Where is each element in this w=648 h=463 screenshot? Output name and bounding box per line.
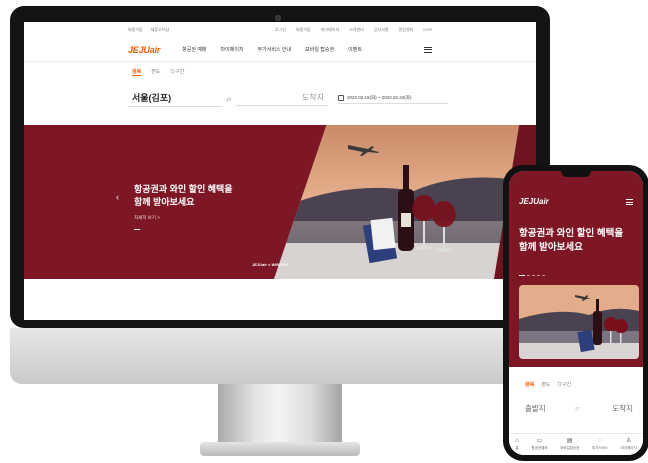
hamburger-menu-icon[interactable] bbox=[424, 46, 432, 53]
mobile-screen: JEJUair 항공권과 와인 할인 혜택을 함께 받아보세요 왕복 편도 다구… bbox=[509, 171, 643, 455]
mobile-slide-indicator[interactable] bbox=[519, 275, 545, 277]
main-menu: 항공권 예매 마이페이지 부가서비스 안내 모바일 탑승권 이벤트 bbox=[182, 46, 362, 53]
monitor-chin bbox=[10, 328, 550, 384]
mobile-swap-route-icon[interactable]: ⇄ bbox=[575, 406, 579, 412]
tabbar-item-home[interactable]: ⌂ 홈 bbox=[515, 438, 519, 451]
partner-brand-logo: JEJUair × WINE25+ bbox=[252, 262, 289, 267]
mypage-link[interactable]: 마이페이지 bbox=[321, 27, 339, 33]
hero-title: 항공권과 와인 할인 혜택을 함께 받아보세요 bbox=[134, 183, 264, 209]
mobile-tab-one-way[interactable]: 편도 bbox=[541, 381, 550, 388]
trip-type-tabs: 왕복 편도 다구간 bbox=[128, 68, 448, 76]
tabbar-item-boarding-pass[interactable]: ▤ 모바일탑승권 bbox=[560, 438, 579, 451]
mobile-tab-round-trip[interactable]: 왕복 bbox=[525, 381, 534, 388]
tabbar-label: 마이페이지 bbox=[620, 446, 637, 450]
hero-title-line: 함께 받아보세요 bbox=[134, 197, 195, 207]
slide-indicator[interactable] bbox=[134, 229, 140, 230]
desktop-monitor: 회원가입 제휴오브샵 로그인 회원가입 마이페이지 고객센터 공지사항 알림센터… bbox=[10, 6, 550, 458]
global-nav: JEJUair 항공권 예매 마이페이지 부가서비스 안내 모바일 탑승권 이벤… bbox=[24, 38, 536, 62]
nav-item-mypage[interactable]: 마이페이지 bbox=[221, 46, 244, 53]
utility-link[interactable]: 제휴오브샵 bbox=[151, 27, 169, 33]
tabbar-item-booking[interactable]: ▭ 항공권예매 bbox=[531, 438, 547, 451]
mobile-brand-logo[interactable]: JEJUair bbox=[519, 197, 549, 206]
booking-widget: 왕복 편도 다구간 서울(김포) ⇄ 도착지 2022.02.15(화) ~ 2… bbox=[128, 68, 448, 116]
boarding-pass-icon: ▤ bbox=[566, 438, 573, 444]
login-link[interactable]: 로그인 bbox=[275, 27, 286, 33]
mobile-phone: JEJUair 항공권과 와인 할인 혜택을 함께 받아보세요 왕복 편도 다구… bbox=[503, 165, 648, 461]
tabbar-label: 부가서비스 bbox=[591, 446, 609, 450]
hero-title-line: 항공권과 와인 할인 혜택을 bbox=[134, 184, 233, 194]
monitor-bezel: 회원가입 제휴오브샵 로그인 회원가입 마이페이지 고객센터 공지사항 알림센터… bbox=[10, 6, 550, 328]
camera-icon bbox=[275, 15, 281, 21]
mobile-menu-icon[interactable] bbox=[626, 199, 633, 205]
nav-item-events[interactable]: 이벤트 bbox=[348, 46, 362, 53]
chevron-left-icon[interactable]: ‹ bbox=[116, 192, 119, 202]
departure-field[interactable]: 서울(김포) bbox=[128, 91, 222, 107]
mobile-arrival-field[interactable]: 도착지 bbox=[612, 403, 633, 414]
mobile-hero: JEJUair 항공권과 와인 할인 혜택을 함께 받아보세요 bbox=[509, 171, 643, 367]
mobile-bottom-tabbar: ⌂ 홈 ▭ 항공권예매 ▤ 모바일탑승권 ◌ 부가서비스 ♙ 마이페이지 bbox=[509, 433, 643, 455]
ticket-icon: ▭ bbox=[536, 438, 543, 444]
mobile-hero-title-line: 함께 받아보세요 bbox=[519, 242, 583, 253]
tab-one-way[interactable]: 편도 bbox=[151, 68, 160, 76]
mobile-hero-title: 항공권과 와인 할인 혜택을 함께 받아보세요 bbox=[519, 227, 639, 255]
tab-multi-city[interactable]: 다구간 bbox=[170, 68, 184, 76]
nav-item-services[interactable]: 부가서비스 안내 bbox=[258, 46, 292, 53]
hero-more-link[interactable]: 자세히 보기 > bbox=[134, 215, 160, 221]
nav-item-boarding-pass[interactable]: 모바일 탑승권 bbox=[305, 46, 334, 53]
monitor-foot bbox=[200, 442, 360, 456]
mobile-departure-field[interactable]: 출발지 bbox=[525, 403, 546, 414]
customer-center-link[interactable]: 고객센터 bbox=[349, 27, 364, 33]
tabbar-item-mypage[interactable]: ♙ 마이페이지 bbox=[621, 438, 637, 451]
monitor-stand bbox=[218, 384, 342, 444]
arrival-field[interactable]: 도착지 bbox=[236, 92, 328, 106]
mobile-trip-type-tabs: 왕복 편도 다구간 bbox=[525, 381, 571, 388]
desktop-screen: 회원가입 제휴오브샵 로그인 회원가입 마이페이지 고객센터 공지사항 알림센터… bbox=[24, 22, 536, 320]
language-select[interactable]: KOR bbox=[423, 27, 432, 33]
hero-banner: ‹ 항공권과 와인 할인 혜택을 함께 받아보세요 자세히 보기 > JEJUa… bbox=[24, 125, 536, 279]
swap-route-icon[interactable]: ⇄ bbox=[222, 96, 236, 103]
phone-notch bbox=[561, 171, 591, 177]
tabbar-label: 모바일탑승권 bbox=[560, 446, 580, 450]
brand-logo[interactable]: JEJUair bbox=[128, 45, 160, 55]
home-icon: ⌂ bbox=[515, 438, 519, 444]
utility-link[interactable]: 회원가입 bbox=[128, 27, 143, 33]
tabbar-label: 홈 bbox=[515, 446, 519, 450]
route-row: 서울(김포) ⇄ 도착지 2022.02.15(화) ~ 2022.02.22(… bbox=[128, 90, 448, 108]
date-range-text: 2022.02.15(화) ~ 2022.02.22(화) bbox=[347, 94, 412, 100]
tab-round-trip[interactable]: 왕복 bbox=[132, 68, 142, 76]
tabbar-label: 항공권예매 bbox=[531, 446, 548, 450]
mobile-hero-title-line: 항공권과 와인 할인 혜택을 bbox=[519, 228, 624, 239]
mobile-tab-multi-city[interactable]: 다구간 bbox=[557, 381, 571, 388]
notice-link[interactable]: 공지사항 bbox=[374, 27, 389, 33]
wine-banner-image bbox=[274, 125, 536, 279]
service-icon: ◌ bbox=[598, 438, 602, 444]
alert-center-link[interactable]: 알림센터 bbox=[399, 27, 414, 33]
date-field[interactable]: 2022.02.15(화) ~ 2022.02.22(화) bbox=[338, 94, 448, 104]
signup-link[interactable]: 회원가입 bbox=[296, 27, 311, 33]
nav-item-booking[interactable]: 항공권 예매 bbox=[182, 46, 206, 53]
calendar-icon bbox=[338, 94, 344, 101]
mobile-booking-card: 왕복 편도 다구간 출발지 ⇄ 도착지 bbox=[519, 373, 639, 431]
utility-bar: 회원가입 제휴오브샵 로그인 회원가입 마이페이지 고객센터 공지사항 알림센터… bbox=[24, 22, 536, 38]
mobile-wine-banner-image bbox=[519, 285, 639, 359]
user-icon: ♙ bbox=[625, 438, 632, 444]
tabbar-item-services[interactable]: ◌ 부가서비스 bbox=[592, 438, 608, 451]
